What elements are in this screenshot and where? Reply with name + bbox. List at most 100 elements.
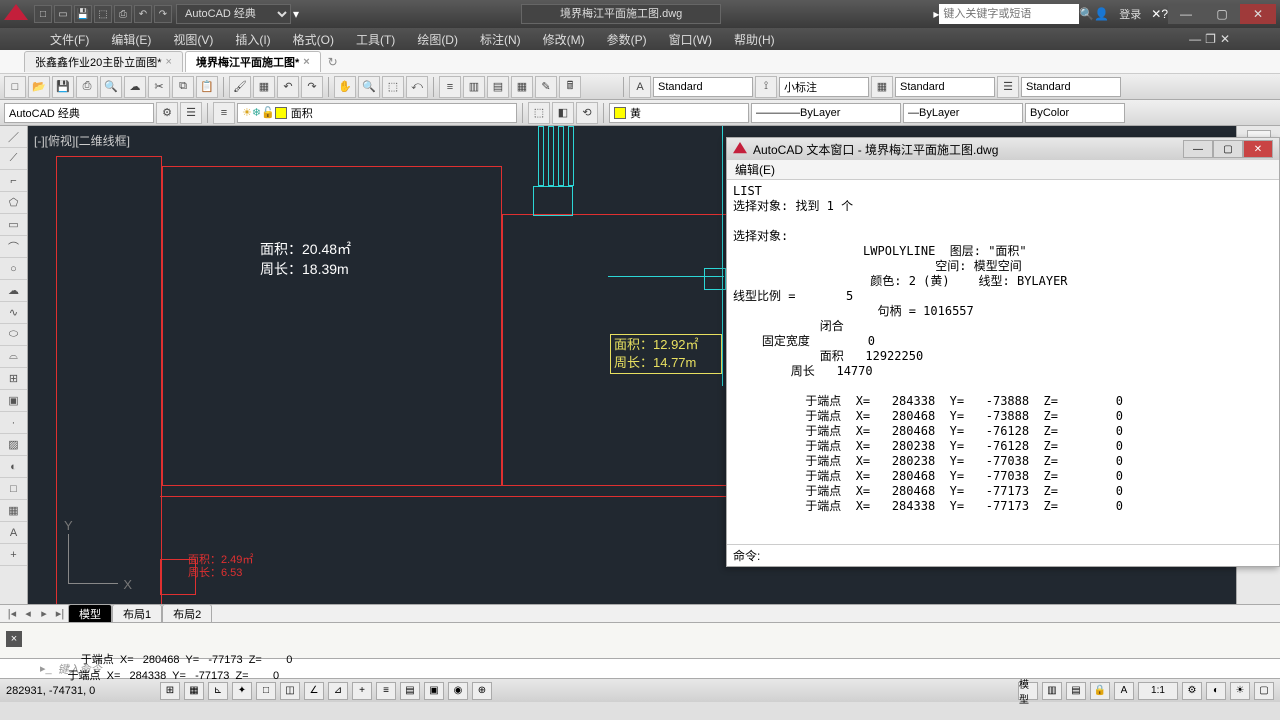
addsel-icon[interactable]: + <box>0 544 27 566</box>
region-icon[interactable]: □ <box>0 478 27 500</box>
am-icon[interactable]: ⊕ <box>472 682 492 700</box>
otrack-icon[interactable]: ∠ <box>304 682 324 700</box>
copy-icon[interactable]: ⧉ <box>172 76 194 98</box>
redo-icon[interactable]: ↷ <box>301 76 323 98</box>
menu-modify[interactable]: 修改(M) <box>543 31 585 48</box>
grid-icon[interactable]: ▦ <box>184 682 204 700</box>
osnap-icon[interactable]: □ <box>256 682 276 700</box>
tw-menu-edit[interactable]: 编辑(E) <box>735 161 775 178</box>
zoom-prev-icon[interactable]: ⤺ <box>406 76 428 98</box>
doc-restore-icon[interactable]: ❐ <box>1205 32 1216 46</box>
table-icon[interactable]: ▦ <box>0 500 27 522</box>
tablestyle-icon[interactable]: ▦ <box>871 76 893 98</box>
cut-icon[interactable]: ✂ <box>148 76 170 98</box>
close-icon[interactable]: × <box>166 56 172 68</box>
help-search-input[interactable] <box>939 4 1079 24</box>
qat-saveas-icon[interactable]: ⬚ <box>94 5 112 23</box>
zoom-rt-icon[interactable]: 🔍 <box>358 76 380 98</box>
zoom-win-icon[interactable]: ⬚ <box>382 76 404 98</box>
plot-icon[interactable]: ⎙ <box>76 76 98 98</box>
pan-icon[interactable]: ✋ <box>334 76 356 98</box>
layer-iso-icon[interactable]: ◧ <box>552 102 574 124</box>
rectangle-icon[interactable]: ▭ <box>0 214 27 236</box>
scale-label[interactable]: 1:1 <box>1138 682 1178 700</box>
linetype-combo[interactable]: ———— ByLayer <box>751 103 901 123</box>
menu-draw[interactable]: 绘图(D) <box>417 31 458 48</box>
qview-layouts-icon[interactable]: ▥ <box>1042 682 1062 700</box>
mtext-icon[interactable]: A <box>0 522 27 544</box>
textstyle-icon[interactable]: A <box>629 76 651 98</box>
publish-icon[interactable]: ☁ <box>124 76 146 98</box>
ducs-icon[interactable]: ⊿ <box>328 682 348 700</box>
markup-icon[interactable]: ✎ <box>535 76 557 98</box>
qat-new-icon[interactable]: □ <box>34 5 52 23</box>
doc-tab-0[interactable]: 张鑫鑫作业20主卧立面图*× <box>24 51 183 72</box>
arc-icon[interactable]: ⌒ <box>0 236 27 258</box>
tab-model[interactable]: 模型 <box>68 604 112 623</box>
mlstyle-icon[interactable]: ☰ <box>997 76 1019 98</box>
text-window[interactable]: AutoCAD 文本窗口 - 境界梅江平面施工图.dwg — ▢ ✕ 编辑(E)… <box>726 137 1280 567</box>
ws-settings-icon[interactable]: ⚙ <box>156 102 178 124</box>
tab-prev-icon[interactable]: ◂ <box>20 607 36 620</box>
3dosnap-icon[interactable]: ◫ <box>280 682 300 700</box>
tw-maximize-button[interactable]: ▢ <box>1213 140 1243 158</box>
ellipsearc-icon[interactable]: ⌓ <box>0 346 27 368</box>
menu-tools[interactable]: 工具(T) <box>356 31 395 48</box>
lineweight-combo[interactable]: — ByLayer <box>903 103 1023 123</box>
text-window-body[interactable]: LIST 选择对象: 找到 1 个 选择对象: LWPOLYLINE 图层: "… <box>727 180 1279 544</box>
paste-icon[interactable]: 📋 <box>196 76 218 98</box>
doc-tab-1[interactable]: 境界梅江平面施工图*× <box>185 51 321 72</box>
color-combo[interactable]: 黄 <box>609 103 749 123</box>
layer-mgr-icon[interactable]: ≡ <box>213 102 235 124</box>
tab-first-icon[interactable]: |◂ <box>4 607 20 620</box>
workspace-menu-icon[interactable]: ▾ <box>293 7 299 21</box>
lwt-icon[interactable]: ≡ <box>376 682 396 700</box>
layer-prev-icon[interactable]: ⟲ <box>576 102 598 124</box>
login-link[interactable]: 登录 <box>1119 6 1141 22</box>
sc-icon[interactable]: ◉ <box>448 682 468 700</box>
hw-accel-icon[interactable]: ◐ <box>1206 682 1226 700</box>
save-icon[interactable]: 💾 <box>52 76 74 98</box>
line-icon[interactable]: ／ <box>0 126 27 148</box>
close-button[interactable]: ✕ <box>1240 4 1276 24</box>
menu-dimension[interactable]: 标注(N) <box>480 31 521 48</box>
polygon-icon[interactable]: ⬠ <box>0 192 27 214</box>
ws-switch-icon[interactable]: ⚙ <box>1182 682 1202 700</box>
tab-layout2[interactable]: 布局2 <box>162 604 212 623</box>
circle-icon[interactable]: ○ <box>0 258 27 280</box>
point-icon[interactable]: · <box>0 412 27 434</box>
menu-view[interactable]: 视图(V) <box>173 31 213 48</box>
snap-icon[interactable]: ⊞ <box>160 682 180 700</box>
gradient-icon[interactable]: ◐ <box>0 456 27 478</box>
tab-layout1[interactable]: 布局1 <box>112 604 162 623</box>
text-window-cmd[interactable]: 命令: <box>727 544 1279 566</box>
plotstyle-combo[interactable]: ByColor <box>1025 103 1125 123</box>
workspace-combo[interactable]: AutoCAD 经典 <box>4 103 154 123</box>
block-icon[interactable]: ▦ <box>253 76 275 98</box>
ellipse-icon[interactable]: ⬭ <box>0 324 27 346</box>
hatch-icon[interactable]: ▨ <box>0 434 27 456</box>
dimstyle-icon[interactable]: ⟟ <box>755 76 777 98</box>
qat-open-icon[interactable]: ▭ <box>54 5 72 23</box>
menu-file[interactable]: 文件(F) <box>50 31 89 48</box>
cmd-close-icon[interactable]: × <box>6 631 22 647</box>
qcalc-icon[interactable]: 🖩 <box>559 76 581 98</box>
annovis-icon[interactable]: A <box>1114 682 1134 700</box>
block-icon[interactable]: ▣ <box>0 390 27 412</box>
ortho-icon[interactable]: ⊾ <box>208 682 228 700</box>
dyn-icon[interactable]: + <box>352 682 372 700</box>
doc-close-icon[interactable]: ✕ <box>1220 32 1230 46</box>
app-logo-icon[interactable] <box>4 4 28 24</box>
cleanscreen-icon[interactable]: ▢ <box>1254 682 1274 700</box>
insert-icon[interactable]: ⊞ <box>0 368 27 390</box>
tab-next-icon[interactable]: ▸ <box>36 607 52 620</box>
sheetset-icon[interactable]: ▦ <box>511 76 533 98</box>
coordinates[interactable]: 282931, -74731, 0 <box>6 685 156 697</box>
textstyle-dropdown[interactable]: Standard <box>653 77 753 97</box>
layer-states-icon[interactable]: ⬚ <box>528 102 550 124</box>
exchange-icon[interactable]: ✕ <box>1151 7 1161 21</box>
isolate-icon[interactable]: ☀ <box>1230 682 1250 700</box>
qat-redo-icon[interactable]: ↷ <box>154 5 172 23</box>
undo-icon[interactable]: ↶ <box>277 76 299 98</box>
properties-icon[interactable]: ≡ <box>439 76 461 98</box>
